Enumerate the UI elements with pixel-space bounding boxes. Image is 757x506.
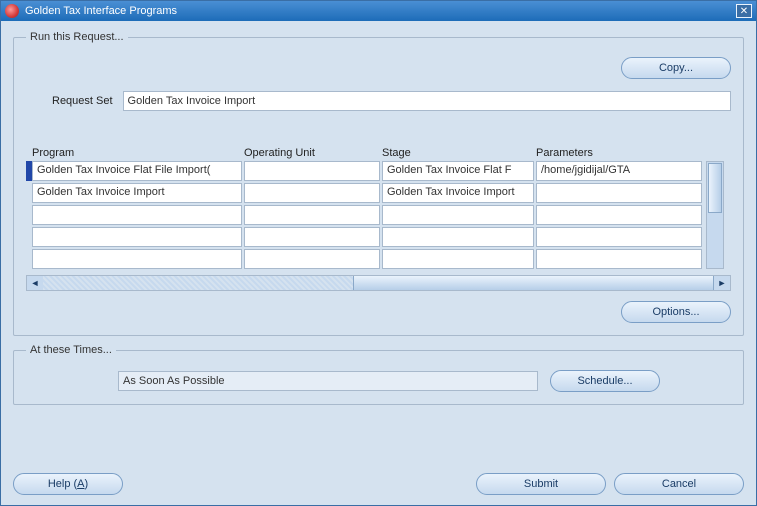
options-button[interactable]: Options... xyxy=(621,301,731,323)
copy-button[interactable]: Copy... xyxy=(621,57,731,79)
cell-stage[interactable] xyxy=(382,227,534,247)
hscroll-thumb[interactable] xyxy=(353,276,714,290)
at-these-times-legend: At these Times... xyxy=(26,344,116,356)
times-field[interactable] xyxy=(118,371,538,391)
window-title: Golden Tax Interface Programs xyxy=(25,5,736,17)
at-these-times-group: At these Times... Schedule... xyxy=(13,344,744,405)
cell-parameters[interactable] xyxy=(536,205,702,225)
program-grid: Program Operating Unit Stage Parameters … xyxy=(26,147,731,291)
cell-program[interactable] xyxy=(32,205,242,225)
table-row[interactable] xyxy=(32,227,702,247)
horizontal-scrollbar[interactable]: ◄ ► xyxy=(26,275,731,291)
cell-program[interactable]: Golden Tax Invoice Import xyxy=(32,183,242,203)
help-mnemonic: A xyxy=(77,478,84,490)
content-area: Run this Request... Copy... Request Set … xyxy=(1,21,756,473)
close-button[interactable]: ✕ xyxy=(736,4,752,18)
hscroll-right-arrow[interactable]: ► xyxy=(714,276,730,290)
vscroll-thumb[interactable] xyxy=(708,163,722,213)
help-button[interactable]: Help (A) xyxy=(13,473,123,495)
cell-operating-unit[interactable] xyxy=(244,183,380,203)
table-row[interactable] xyxy=(32,205,702,225)
app-icon xyxy=(5,4,19,18)
cell-stage[interactable]: Golden Tax Invoice Flat F xyxy=(382,161,534,181)
cell-operating-unit[interactable] xyxy=(244,227,380,247)
schedule-button[interactable]: Schedule... xyxy=(550,370,660,392)
close-icon: ✕ xyxy=(740,6,748,17)
help-label-prefix: Help ( xyxy=(48,478,77,490)
col-header-operating-unit: Operating Unit xyxy=(244,147,380,159)
cell-parameters[interactable]: /home/jgidijal/GTA xyxy=(536,161,702,181)
cell-parameters[interactable] xyxy=(536,183,702,203)
bottom-bar: Help (A) Submit Cancel xyxy=(1,473,756,505)
window-frame: Golden Tax Interface Programs ✕ Run this… xyxy=(0,0,757,506)
request-set-field[interactable] xyxy=(123,91,731,111)
cell-parameters[interactable] xyxy=(536,249,702,269)
cell-operating-unit[interactable] xyxy=(244,205,380,225)
cell-operating-unit[interactable] xyxy=(244,161,380,181)
cancel-button[interactable]: Cancel xyxy=(614,473,744,495)
run-request-legend: Run this Request... xyxy=(26,31,128,43)
title-bar[interactable]: Golden Tax Interface Programs ✕ xyxy=(1,1,756,21)
run-request-group: Run this Request... Copy... Request Set … xyxy=(13,31,744,336)
cell-operating-unit[interactable] xyxy=(244,249,380,269)
cell-parameters[interactable] xyxy=(536,227,702,247)
col-header-stage: Stage xyxy=(382,147,534,159)
cell-stage[interactable] xyxy=(382,249,534,269)
help-label-suffix: ) xyxy=(85,478,89,490)
table-row[interactable] xyxy=(32,249,702,269)
vertical-scrollbar[interactable] xyxy=(706,161,724,269)
col-header-parameters: Parameters xyxy=(536,147,702,159)
hscroll-track[interactable] xyxy=(43,276,353,290)
hscroll-left-arrow[interactable]: ◄ xyxy=(27,276,43,290)
col-header-program: Program xyxy=(32,147,242,159)
table-row[interactable]: Golden Tax Invoice Import Golden Tax Inv… xyxy=(32,183,702,203)
submit-button[interactable]: Submit xyxy=(476,473,606,495)
cell-program[interactable] xyxy=(32,227,242,247)
cell-program[interactable]: Golden Tax Invoice Flat File Import( xyxy=(32,161,242,181)
cell-program[interactable] xyxy=(32,249,242,269)
request-set-label: Request Set xyxy=(52,95,113,107)
cell-stage[interactable]: Golden Tax Invoice Import xyxy=(382,183,534,203)
cell-stage[interactable] xyxy=(382,205,534,225)
table-row[interactable]: Golden Tax Invoice Flat File Import( Gol… xyxy=(32,161,702,181)
